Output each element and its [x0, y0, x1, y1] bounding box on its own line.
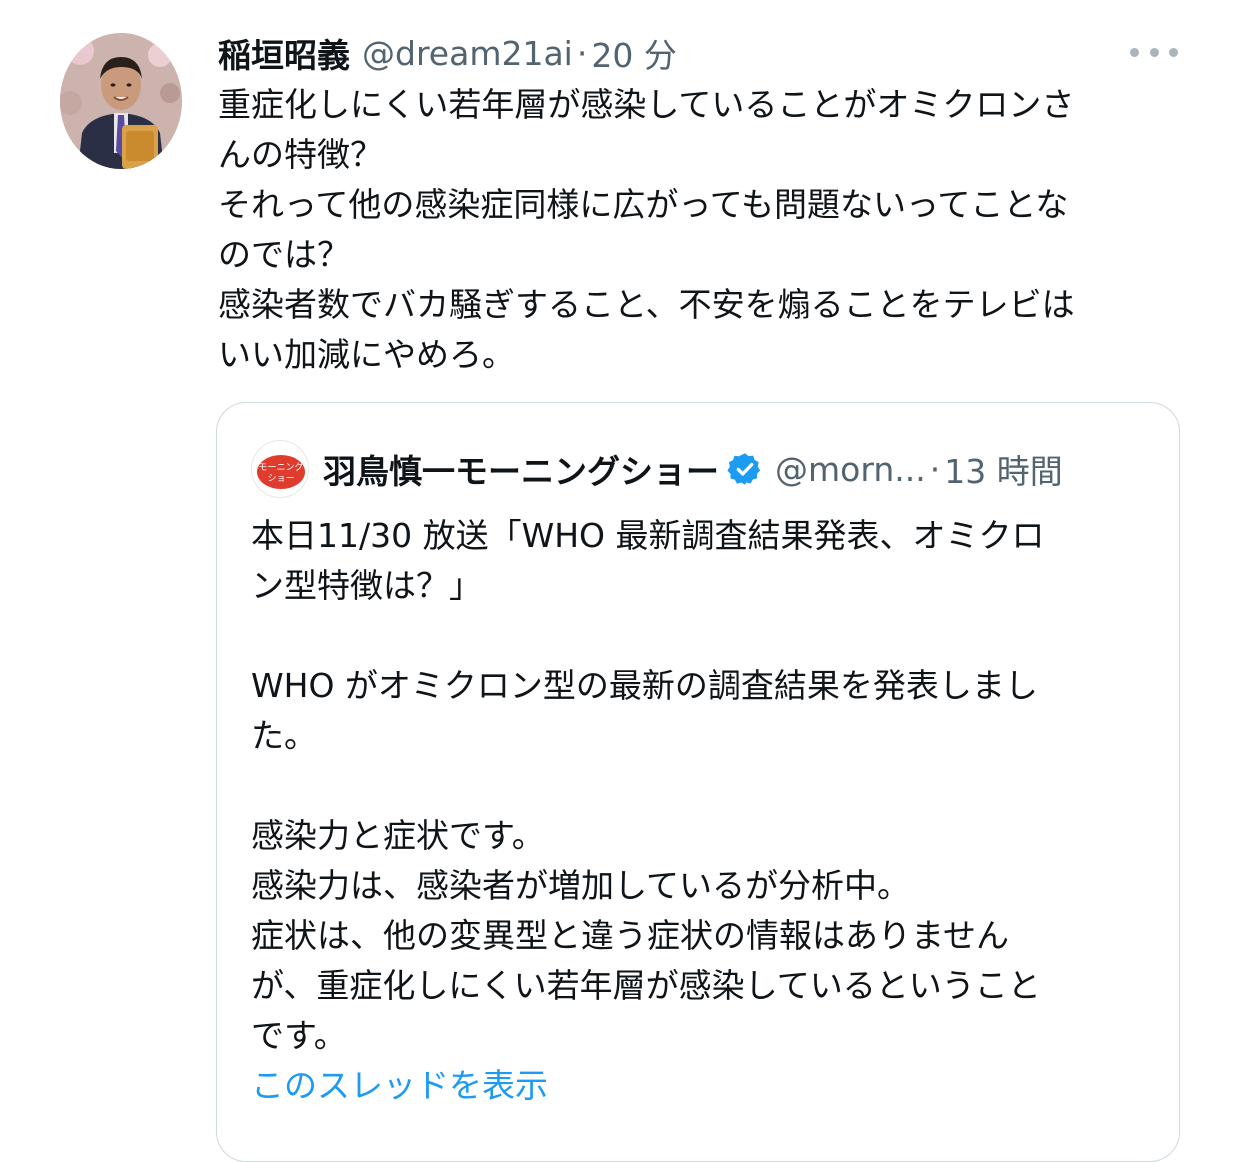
quoted-text-line: WHO がオミクロン型の最新の調査結果を発表しまし [251, 666, 1038, 705]
author-avatar[interactable] [60, 33, 182, 169]
tweet-text-line: いい加減にやめろ。 [218, 335, 515, 374]
quoted-tweet-timestamp[interactable]: 13 時間 [944, 445, 1062, 493]
tweet-timestamp[interactable]: 20 分 [591, 29, 676, 77]
separator-dot: · [576, 33, 588, 73]
quoted-text-line: 感染力は、感染者が増加しているが分析中。 [251, 866, 911, 905]
tweet-text: 重症化しにくい若年層が感染していることがオミクロンさ んの特徴？ それって他の感… [218, 80, 1178, 380]
show-thread-link[interactable]: このスレッドを表示 [251, 1061, 1151, 1111]
author-handle[interactable]: @dream21ai [362, 34, 573, 73]
quoted-tweet-header: モーニング ショー 羽鳥慎一モーニングショー @morn... · 13 時間 [251, 439, 1151, 499]
tweet-text-line: 感染者数でバカ騒ぎすること、不安を煽ることをテレビは [218, 285, 1075, 324]
tweet-header: 稲垣昭義 @dream21ai · 20 分 [218, 26, 677, 80]
more-options-icon[interactable] [1130, 38, 1178, 66]
tweet-text-line: のでは？ [218, 235, 350, 274]
separator-dot: · [929, 449, 941, 489]
author-name[interactable]: 稲垣昭義 [218, 29, 350, 77]
verified-badge-icon [727, 451, 763, 487]
quoted-author-handle[interactable]: @morn... [775, 450, 926, 489]
more-dot [1169, 47, 1178, 57]
tweet[interactable]: 稲垣昭義 @dream21ai · 20 分 重症化しにくい若年層が感染している… [0, 0, 1242, 1162]
quoted-text-line: 本日11/30 放送「WHO 最新調査結果発表、オミクロ [251, 516, 1045, 555]
tweet-text-line: 重症化しにくい若年層が感染していることがオミクロンさ [218, 85, 1075, 124]
quoted-text-line: た。 [251, 716, 317, 755]
quoted-text-line: 症状は、他の変異型と違う症状の情報はありません [251, 916, 1010, 955]
quoted-text-line: です。 [251, 1016, 347, 1055]
quoted-text-line: が、重症化しにくい若年層が感染しているということ [251, 966, 1041, 1005]
quoted-avatar-text-2: ショー [267, 474, 294, 484]
tweet-text-line: んの特徴？ [218, 135, 383, 174]
quoted-text-line: 感染力と症状です。 [251, 816, 545, 855]
quoted-author-name[interactable]: 羽鳥慎一モーニングショー [323, 445, 719, 493]
quoted-text-line: ン型特徴は？」 [251, 566, 482, 605]
more-dot [1149, 47, 1159, 57]
quoted-avatar-text-1: モーニング [258, 461, 303, 473]
tweet-text-line: それって他の感染症同様に広がっても問題ないってことな [218, 185, 1069, 224]
more-dot [1130, 47, 1139, 57]
quoted-tweet-card[interactable]: モーニング ショー 羽鳥慎一モーニングショー @morn... · 13 時間 … [216, 402, 1180, 1162]
quoted-tweet-text: 本日11/30 放送「WHO 最新調査結果発表、オミクロ ン型特徴は？」 WHO… [251, 511, 1151, 1111]
quoted-author-avatar[interactable]: モーニング ショー [251, 440, 309, 498]
